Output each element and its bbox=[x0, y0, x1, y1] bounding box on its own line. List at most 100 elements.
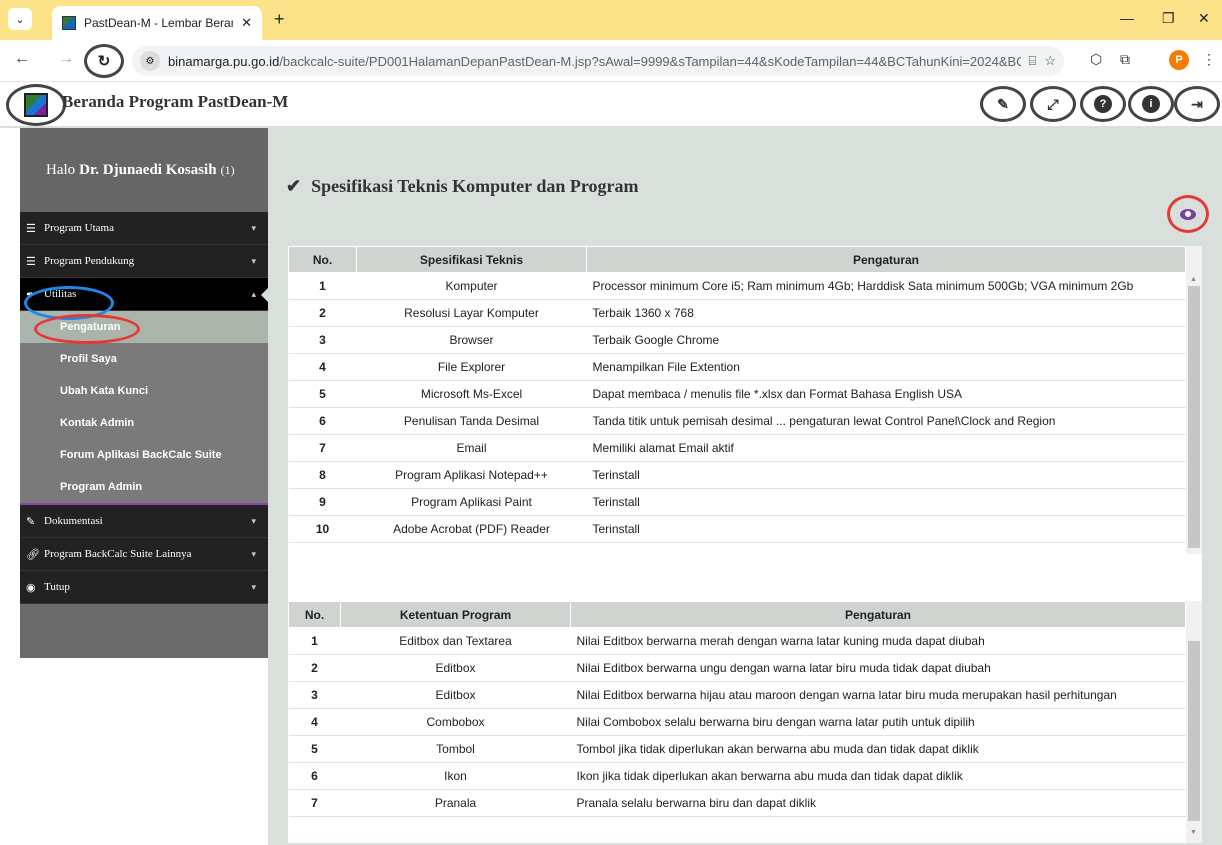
browser-tab[interactable]: PastDean-M - Lembar Beranda ✕ bbox=[52, 6, 262, 40]
item-name: File Explorer bbox=[356, 353, 587, 381]
row-number: 5 bbox=[288, 735, 341, 763]
row-number: 2 bbox=[288, 654, 341, 682]
setting-value: Nilai Editbox berwarna ungu dengan warna… bbox=[570, 654, 1186, 682]
pencil-icon: ✎ bbox=[26, 515, 36, 528]
row-number: 7 bbox=[288, 789, 341, 817]
column-header: Spesifikasi Teknis bbox=[356, 246, 587, 273]
logout-icon: ⇥ bbox=[1191, 95, 1203, 112]
fullscreen-button[interactable]: ⤢ bbox=[1030, 86, 1076, 122]
scroll-up-icon[interactable]: ▲ bbox=[1190, 276, 1197, 283]
table-row: 7 Email Memiliki alamat Email aktif bbox=[288, 434, 1186, 462]
sidebar-item-program-utama[interactable]: ☰ Program Utama ▾ bbox=[20, 212, 268, 245]
reload-icon[interactable]: ↻ bbox=[84, 44, 124, 78]
item-name: Microsoft Ms-Excel bbox=[356, 380, 587, 408]
item-name: Editbox bbox=[340, 654, 571, 682]
row-number: 7 bbox=[288, 434, 357, 462]
pencil-icon: ✎ bbox=[997, 95, 1009, 112]
scrollbar-thumb[interactable] bbox=[1188, 286, 1200, 548]
row-number: 1 bbox=[288, 627, 341, 655]
setting-value: Terbaik Google Chrome bbox=[586, 326, 1186, 354]
setting-value: Tanda titik untuk pemisah desimal ... pe… bbox=[586, 407, 1186, 435]
user-greeting: Halo Dr. Djunaedi Kosasih (1) bbox=[20, 128, 268, 212]
spesifikasi-table: No. Spesifikasi Teknis Pengaturan 1 Kompu… bbox=[288, 246, 1186, 543]
sidebar-item-program-pendukung[interactable]: ☰ Program Pendukung ▾ bbox=[20, 245, 268, 278]
main-content: ✔ Spesifikasi Teknis Komputer dan Progra… bbox=[268, 128, 1222, 845]
row-number: 3 bbox=[288, 681, 341, 709]
translate-icon[interactable]: ⌸ bbox=[1029, 53, 1037, 69]
edit-button[interactable]: ✎ bbox=[980, 86, 1026, 122]
table1-scrollbar[interactable]: ▲ bbox=[1186, 246, 1202, 554]
bookmark-star-icon[interactable]: ☆ bbox=[1044, 53, 1056, 69]
column-header: No. bbox=[288, 601, 341, 628]
item-name: Combobox bbox=[340, 708, 571, 736]
info-button[interactable]: i bbox=[1128, 86, 1174, 122]
browser-toolbar: ← → ↻ ⚙ binamarga.pu.go.id/backcalc-suit… bbox=[0, 40, 1222, 82]
section-title: ✔ Spesifikasi Teknis Komputer dan Progra… bbox=[286, 176, 639, 196]
setting-value: Nilai Editbox berwarna hijau atau maroon… bbox=[570, 681, 1186, 709]
submenu-item-program-admin[interactable]: Program Admin bbox=[20, 471, 268, 503]
submenu-item-kontak-admin[interactable]: Kontak Admin bbox=[20, 407, 268, 439]
address-bar[interactable]: ⚙ binamarga.pu.go.id/backcalc-suite/PD00… bbox=[132, 46, 1064, 76]
item-name: Editbox dan Textarea bbox=[340, 627, 571, 655]
sidebar-menu: ☰ Program Utama ▾ ☰ Program Pendukung ▾ … bbox=[20, 212, 269, 604]
table-row: 1 Komputer Processor minimum Core i5; Ram … bbox=[288, 272, 1186, 300]
setting-value: Menampilkan File Extention bbox=[586, 353, 1186, 381]
help-icon: ? bbox=[1094, 95, 1112, 113]
setting-value: Nilai Editbox berwarna merah dengan warn… bbox=[570, 627, 1186, 655]
view-toggle-button[interactable] bbox=[1167, 195, 1209, 233]
sidebar-item-backcalc-lainnya[interactable]: 🔗︎ Program BackCalc Suite Lainnya ▾ bbox=[20, 538, 268, 571]
table-row: 2 Resolusi Layar Komputer Terbaik 1360 x 7… bbox=[288, 299, 1186, 327]
item-name: Tombol bbox=[340, 735, 571, 763]
new-tab-icon[interactable]: + bbox=[274, 9, 285, 30]
row-number: 6 bbox=[288, 407, 357, 435]
user-count: (1) bbox=[220, 162, 235, 177]
submenu-item-ubah-kata-kunci[interactable]: Ubah Kata Kunci bbox=[20, 375, 268, 407]
submenu-item-forum[interactable]: Forum Aplikasi BackCalc Suite bbox=[20, 439, 268, 471]
column-header: No. bbox=[288, 246, 357, 273]
tab-search-chevron-icon[interactable]: ⌄ bbox=[8, 8, 32, 30]
setting-value: Processor minimum Core i5; Ram minimum 4… bbox=[586, 272, 1186, 300]
tab-close-icon[interactable]: ✕ bbox=[241, 15, 252, 31]
info-icon: i bbox=[1142, 95, 1160, 113]
site-info-icon[interactable]: ⚙ bbox=[140, 51, 160, 71]
list-icon: ☰ bbox=[26, 222, 36, 235]
ketentuan-table: No. Ketentuan Program Pengaturan 1 Editbo… bbox=[288, 601, 1186, 817]
logout-button[interactable]: ⇥ bbox=[1174, 86, 1220, 122]
setting-value: Dapat membaca / menulis file *.xlsx dan … bbox=[586, 380, 1186, 408]
back-icon[interactable]: ← bbox=[14, 50, 30, 68]
user-name: Dr. Djunaedi Kosasih bbox=[79, 161, 217, 178]
window-close-icon[interactable]: ✕ bbox=[1198, 10, 1210, 27]
url-text[interactable]: binamarga.pu.go.id/backcalc-suite/PD001H… bbox=[168, 54, 1021, 69]
item-name: Editbox bbox=[340, 681, 571, 709]
scrollbar-thumb[interactable] bbox=[1188, 641, 1200, 821]
app-logo-highlight[interactable] bbox=[6, 84, 66, 126]
scroll-down-icon[interactable]: ▼ bbox=[1190, 829, 1197, 836]
sidebar-item-tutup[interactable]: ◉ Tutup ▾ bbox=[20, 571, 268, 604]
app-header: Beranda Program PastDean-M ✎ ⤢ ? i ⇥ bbox=[0, 82, 1222, 126]
expand-icon: ⤢ bbox=[1047, 95, 1059, 112]
sidebar-item-dokumentasi[interactable]: ✎ Dokumentasi ▾ bbox=[20, 505, 268, 538]
restore-icon[interactable]: ❐ bbox=[1162, 10, 1175, 27]
app-logo-icon bbox=[24, 93, 48, 117]
profile-avatar[interactable]: P bbox=[1169, 50, 1189, 70]
extensions-puzzle-icon[interactable]: ⧉ bbox=[1120, 51, 1130, 68]
forward-icon[interactable]: → bbox=[58, 50, 74, 68]
submenu-item-profil[interactable]: Profil Saya bbox=[20, 343, 268, 375]
row-number: 4 bbox=[288, 353, 357, 381]
setting-value: Pranala selalu berwarna biru dan dapat d… bbox=[570, 789, 1186, 817]
row-number: 10 bbox=[288, 515, 357, 543]
browser-menu-icon[interactable]: ⋮ bbox=[1202, 51, 1216, 68]
setting-value: Terinstall bbox=[586, 461, 1186, 489]
shield-extension-icon[interactable]: ⬡ bbox=[1090, 51, 1102, 68]
table2-scrollbar[interactable]: ▼ bbox=[1186, 601, 1202, 843]
chevron-down-icon: ▾ bbox=[251, 581, 256, 592]
row-number: 1 bbox=[288, 272, 357, 300]
setting-value: Terbaik 1360 x 768 bbox=[586, 299, 1186, 327]
table-row: 3 Editbox Nilai Editbox berwarna hijau ata… bbox=[288, 681, 1186, 709]
column-header: Pengaturan bbox=[570, 601, 1186, 628]
help-button[interactable]: ? bbox=[1080, 86, 1126, 122]
page-title: Beranda Program PastDean-M bbox=[62, 92, 289, 111]
item-name: Program Aplikasi Notepad++ bbox=[356, 461, 587, 489]
item-name: Pranala bbox=[340, 789, 571, 817]
minimize-icon[interactable]: — bbox=[1120, 10, 1134, 26]
